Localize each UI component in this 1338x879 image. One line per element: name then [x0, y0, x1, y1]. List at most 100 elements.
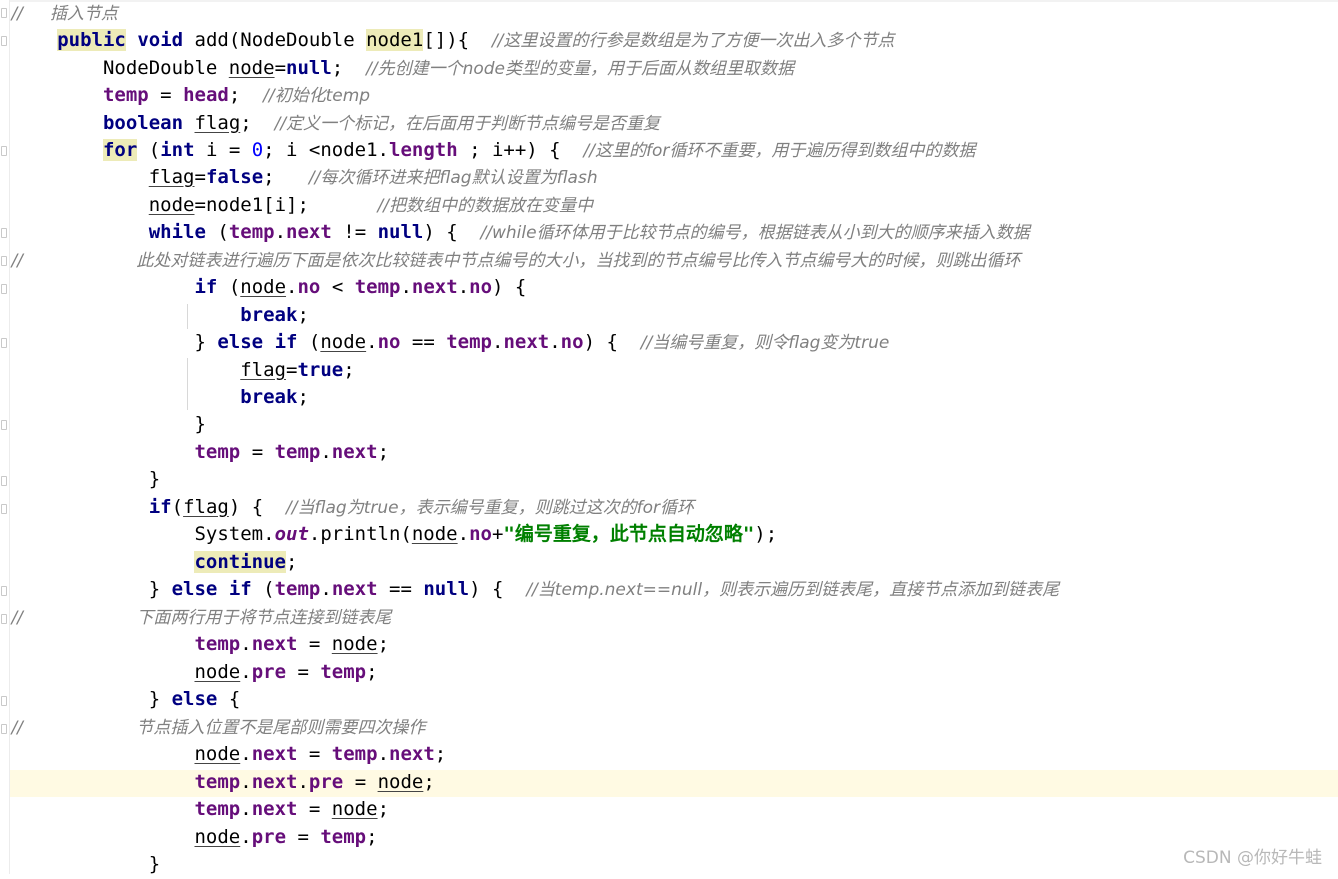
- comment: // 下面两行用于将节点连接到链表尾: [11, 608, 392, 628]
- field-name: temp: [274, 441, 321, 463]
- field-name: no: [469, 523, 492, 545]
- field-name: next: [251, 771, 298, 793]
- code-line[interactable]: System.out.println(node.no+"编号重复，此节点自动忽略…: [0, 521, 1338, 549]
- code-line[interactable]: temp.next = node;: [0, 631, 1338, 659]
- field-name: next: [331, 578, 378, 600]
- code-line[interactable]: if(flag) { //当flag为true，表示编号重复，则跳过这次的for…: [0, 494, 1338, 522]
- code-text: =: [240, 441, 275, 463]
- code-text: .: [274, 221, 287, 243]
- code-line[interactable]: continue;: [0, 549, 1338, 577]
- comment: //定义一个标记，在后面用于判断节点编号是否重复: [274, 114, 661, 134]
- code-line[interactable]: boolean flag; //定义一个标记，在后面用于判断节点编号是否重复: [0, 110, 1338, 138]
- gutter-pad: [0, 2, 11, 24]
- code-line[interactable]: }: [0, 411, 1338, 439]
- field-name: next: [251, 633, 298, 655]
- code-line[interactable]: temp.next = node;: [0, 796, 1338, 824]
- variable: node: [194, 743, 241, 765]
- code-text: }: [11, 331, 218, 353]
- code-line[interactable]: node.pre = temp;: [0, 824, 1338, 852]
- gutter-pad: [0, 716, 11, 738]
- code-text: ;: [297, 304, 309, 326]
- code-text: }: [11, 688, 172, 710]
- keyword: while: [148, 221, 206, 243]
- code-line[interactable]: // 节点插入位置不是尾部则需要四次操作: [0, 714, 1338, 742]
- keyword: false: [205, 166, 264, 188]
- code-line[interactable]: // 插入节点: [0, 0, 1338, 28]
- keyword: int: [160, 139, 195, 161]
- gutter-pad: [0, 771, 11, 793]
- keyword: public: [57, 29, 126, 51]
- static-field: out: [274, 523, 309, 545]
- code-text: ;: [297, 386, 309, 408]
- code-line[interactable]: public void add(NodeDouble node1[]){ //这…: [0, 27, 1338, 55]
- code-line[interactable]: } else if (temp.next == null) { //当temp.…: [0, 576, 1338, 604]
- gutter-pad: [0, 112, 11, 134]
- variable: flag: [240, 359, 286, 381]
- code-line[interactable]: } else {: [0, 686, 1338, 714]
- code-line[interactable]: flag=true;: [0, 357, 1338, 385]
- variable: node: [411, 523, 458, 545]
- gutter-pad: [0, 29, 11, 51]
- comment: //这里设置的行参是数组是为了方便一次出入多个节点: [491, 31, 895, 51]
- code-text: {: [217, 688, 241, 710]
- gutter-pad: [0, 276, 11, 298]
- gutter-pad: [0, 194, 11, 216]
- variable: node: [228, 57, 275, 79]
- code-text: =: [286, 359, 298, 381]
- code-text: (: [137, 139, 161, 161]
- field-name: temp: [320, 826, 367, 848]
- code-line[interactable]: break;: [0, 302, 1338, 330]
- keyword: break: [240, 304, 298, 326]
- gutter-pad: [0, 633, 11, 655]
- code-text: ;: [228, 84, 264, 106]
- field-name: no: [560, 331, 584, 353]
- code-line[interactable]: node=node1[i]; //把数组中的数据放在变量中: [0, 192, 1338, 220]
- code-line[interactable]: NodeDouble node=null; //先创建一个node类型的变量，用…: [0, 55, 1338, 83]
- code-text: =: [286, 826, 321, 848]
- code-line[interactable]: // 此处对链表进行遍历下面是依次比较链表中节点编号的大小，当找到的节点编号比传…: [0, 247, 1338, 275]
- comment: //while循环体用于比较节点的编号，根据链表从小到大的顺序来插入数据: [480, 223, 1030, 243]
- field-name: next: [251, 743, 298, 765]
- code-line[interactable]: if (node.no < temp.next.no) {: [0, 274, 1338, 302]
- code-text: ;: [331, 57, 367, 79]
- code-line[interactable]: for (int i = 0; i <node1.length ; i++) {…: [0, 137, 1338, 165]
- field-name: pre: [251, 661, 287, 683]
- code-line[interactable]: node.pre = temp;: [0, 659, 1338, 687]
- gutter-pad: [0, 441, 11, 463]
- code-text: .: [286, 276, 298, 298]
- variable: node: [194, 826, 241, 848]
- code-text: (: [171, 496, 184, 518]
- code-line[interactable]: break;: [0, 384, 1338, 412]
- code-line[interactable]: // 下面两行用于将节点连接到链表尾: [0, 604, 1338, 632]
- code-line[interactable]: } else if (node.no == temp.next.no) { //…: [0, 329, 1338, 357]
- code-line[interactable]: while (temp.next != null) { //while循环体用于…: [0, 219, 1338, 247]
- code-text: }: [11, 468, 161, 490]
- code-text: ) {: [423, 221, 481, 243]
- gutter-pad: [0, 826, 11, 848]
- field-name: temp: [320, 661, 367, 683]
- code-text: ;: [377, 633, 390, 655]
- code-line[interactable]: node.next = temp.next;: [0, 741, 1338, 769]
- code-line[interactable]: temp = head; //初始化temp: [0, 82, 1338, 110]
- code-line[interactable]: }: [0, 466, 1338, 494]
- variable: node: [331, 798, 378, 820]
- code-line[interactable]: temp = temp.next;: [0, 439, 1338, 467]
- code-line[interactable]: }: [0, 851, 1338, 879]
- code-text: .: [400, 276, 412, 298]
- code-line[interactable]: temp.next.pre = node;: [0, 769, 1338, 797]
- string-literal: "编号重复，此节点自动忽略": [503, 523, 755, 545]
- variable: node: [194, 661, 241, 683]
- gutter-pad: [0, 551, 11, 573]
- keyword: null: [423, 578, 470, 600]
- gutter-pad: [0, 166, 11, 188]
- keyword: for: [102, 139, 138, 161]
- code-line[interactable]: flag=false; //每次循环进来把flag默认设置为flash: [0, 164, 1338, 192]
- code-text: ==: [400, 331, 447, 353]
